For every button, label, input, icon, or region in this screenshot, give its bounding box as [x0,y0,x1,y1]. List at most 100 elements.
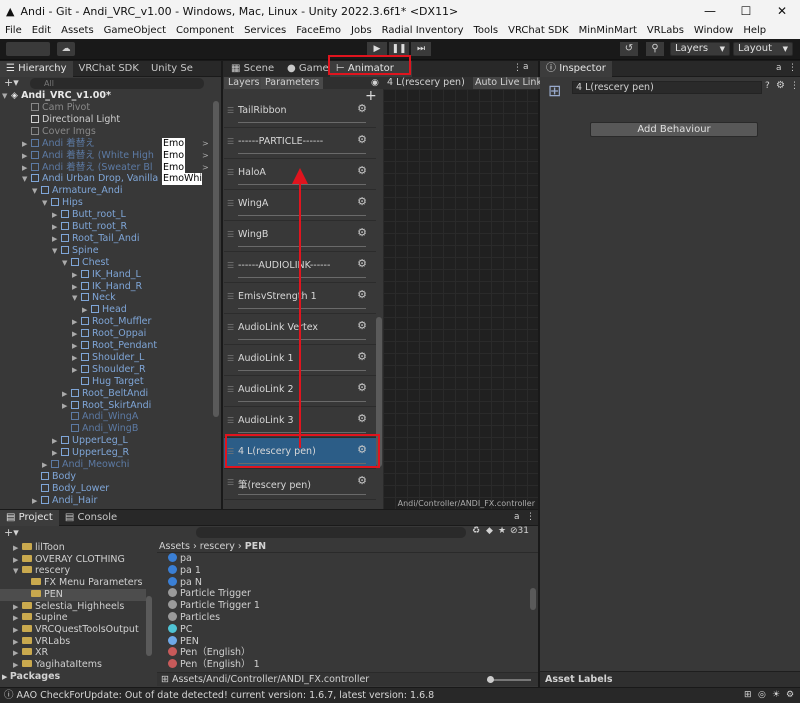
step-button[interactable]: ⏭ [411,42,431,56]
build-icon[interactable]: ⚙ [786,688,794,703]
asset-list-item[interactable]: Particle Trigger 1 [168,600,260,612]
drag-handle-icon[interactable]: ☰ [227,385,234,394]
hierarchy-row[interactable]: ▶ IK_Hand_L [72,269,141,281]
folder-tree-item[interactable]: ▶ YagihataItems [13,659,102,671]
breadcrumb-assets[interactable]: Assets [159,541,190,552]
hierarchy-row[interactable]: Body [32,471,76,483]
drag-handle-icon[interactable]: ☰ [227,137,234,146]
gear-icon[interactable]: ⚙ [357,102,367,115]
tab-parameters[interactable]: Parameters [261,77,324,89]
auto-live-link-button[interactable]: Auto Live Link [473,77,544,89]
chevron-right-icon[interactable]: ▶ [13,554,22,566]
chevron-down-icon[interactable]: ▼ [2,90,11,102]
chevron-right-icon[interactable]: ▶ [22,150,31,162]
hierarchy-row[interactable]: ▶ Root_Tail_Andi [52,233,140,245]
add-icon[interactable]: +▾ [4,526,19,539]
folder-tree-item[interactable]: ▶ VRCQuestToolsOutput [13,624,139,636]
menu-item-minminmart[interactable]: MinMinMart [574,25,642,36]
gear-icon[interactable]: ⚙ [357,164,367,177]
history-icon[interactable]: ↺ [620,42,638,56]
more-options-icon[interactable]: ⋮ [788,63,797,73]
lock-icon[interactable]: a [523,62,529,72]
history-icon[interactable]: ♻ [472,526,480,536]
gear-icon[interactable]: ⚙ [357,133,367,146]
menu-item-component[interactable]: Component [171,25,239,36]
add-icon[interactable]: +▾ [4,77,19,89]
menu-item-services[interactable]: Services [239,25,291,36]
asset-list-item[interactable]: Particles [168,612,220,624]
chevron-right-icon[interactable]: ▶ [13,647,22,659]
chevron-right-icon[interactable]: ▶ [72,364,81,376]
chevron-right-icon[interactable]: ▶ [42,459,51,471]
hierarchy-row[interactable]: ▶ Butt_root_R [52,221,127,233]
chevron-right-icon[interactable]: ▶ [72,281,81,293]
gear-icon[interactable]: ⚙ [357,288,367,301]
chevron-right-icon[interactable]: ▶ [72,316,81,328]
gear-icon[interactable]: ⚙ [357,257,367,270]
more-options-icon[interactable]: ⋮ [513,63,522,73]
chevron-right-icon[interactable]: ▶ [72,328,81,340]
hierarchy-row[interactable]: Directional Light [22,114,120,126]
chevron-right-icon[interactable]: ▶ [52,209,61,221]
hierarchy-row[interactable]: Hug Target [72,376,144,388]
chevron-right-icon[interactable]: ▶ [62,400,71,412]
gear-icon[interactable]: ⚙ [357,319,367,332]
hierarchy-row[interactable]: ▼ Spine [52,245,99,257]
star-icon[interactable]: ★ [498,526,506,536]
project-search-input[interactable] [196,527,466,538]
chevron-right-icon[interactable]: > [202,150,209,162]
chevron-right-icon[interactable]: ▶ [52,435,61,447]
drag-handle-icon[interactable]: ☰ [227,292,234,301]
chevron-down-icon[interactable]: ▼ [52,245,61,257]
parameter-item[interactable]: ☰ TailRibbon ⚙ [224,97,376,128]
hierarchy-row[interactable]: Cover Imgs [22,126,96,138]
hierarchy-row[interactable]: ▶ Andi_Meowchi [42,459,129,471]
settings-icon[interactable]: ⚙ [776,80,785,91]
hierarchy-row[interactable]: ▶ IK_Hand_R [72,281,142,293]
search-icon[interactable]: ⚲ [646,42,664,56]
parameter-item[interactable]: ☰ ------PARTICLE------ ⚙ [224,128,376,159]
chevron-right-icon[interactable]: ▶ [52,233,61,245]
asset-list-item[interactable]: Pen（English） [168,647,251,659]
network-icon[interactable]: ◎ [758,688,766,703]
more-options-icon[interactable]: ⋮ [790,81,799,91]
gear-icon[interactable]: ⚙ [357,195,367,208]
hierarchy-row[interactable]: ▶ Shoulder_L [72,352,144,364]
folder-tree-item[interactable]: ▶ Selestia_Highheels [13,601,124,613]
hierarchy-search-input[interactable]: All [30,78,204,89]
folder-tree-item[interactable]: ▶ Supine [13,612,68,624]
hierarchy-row[interactable]: ▶ Shoulder_R [72,364,146,376]
hierarchy-row[interactable]: ▶ Andi_Hair [32,495,97,507]
add-behaviour-button[interactable]: Add Behaviour [590,122,758,137]
folder-tree-item[interactable]: ▶ OVERAY CLOTHING [13,554,125,566]
hierarchy-row[interactable]: ▶ UpperLeg_L [52,435,128,447]
folder-tree-scrollbar[interactable] [146,596,152,656]
menu-item-vrlabs[interactable]: VRLabs [642,25,689,36]
chevron-right-icon[interactable]: ▶ [13,636,22,648]
hierarchy-row[interactable]: ▶ UpperLeg_R [52,447,129,459]
tab-vrchat-sdk[interactable]: VRChat SDK [73,61,145,77]
more-options-icon[interactable]: ⋮ [526,512,535,522]
hierarchy-row[interactable]: ▶ Root_SkirtAndi [62,400,151,412]
menu-item-vrchat-sdk[interactable]: VRChat SDK [503,25,573,36]
close-button[interactable]: ✕ [764,4,800,18]
object-name-field[interactable]: 4 L(rescery pen) [572,81,762,94]
lock-icon[interactable]: a [514,512,520,522]
parameter-item[interactable]: ☰ 筆(rescery pen) ⚙ [224,469,376,500]
chevron-right-icon[interactable]: ▶ [13,612,22,624]
chevron-down-icon[interactable]: ▼ [62,257,71,269]
gear-icon[interactable]: ⚙ [357,226,367,239]
drag-handle-icon[interactable]: ☰ [227,106,234,115]
chevron-right-icon[interactable]: ▶ [62,388,71,400]
gear-icon[interactable]: ⚙ [357,412,367,425]
hierarchy-row[interactable]: ▶ Head [82,304,127,316]
tab-layers[interactable]: Layers [224,77,264,89]
hierarchy-row[interactable]: ▼ Chest [62,257,109,269]
layers-dropdown[interactable]: Layers ▼ [670,42,730,56]
drag-handle-icon[interactable]: ☰ [227,323,234,332]
tab-game[interactable]: ● Game [281,61,335,77]
menu-item-edit[interactable]: Edit [27,25,56,36]
eye-icon[interactable]: ◉ [371,77,379,89]
asset-list-item[interactable]: Pen（English） 1 [168,659,260,671]
chevron-right-icon[interactable]: ▶ [22,162,31,174]
